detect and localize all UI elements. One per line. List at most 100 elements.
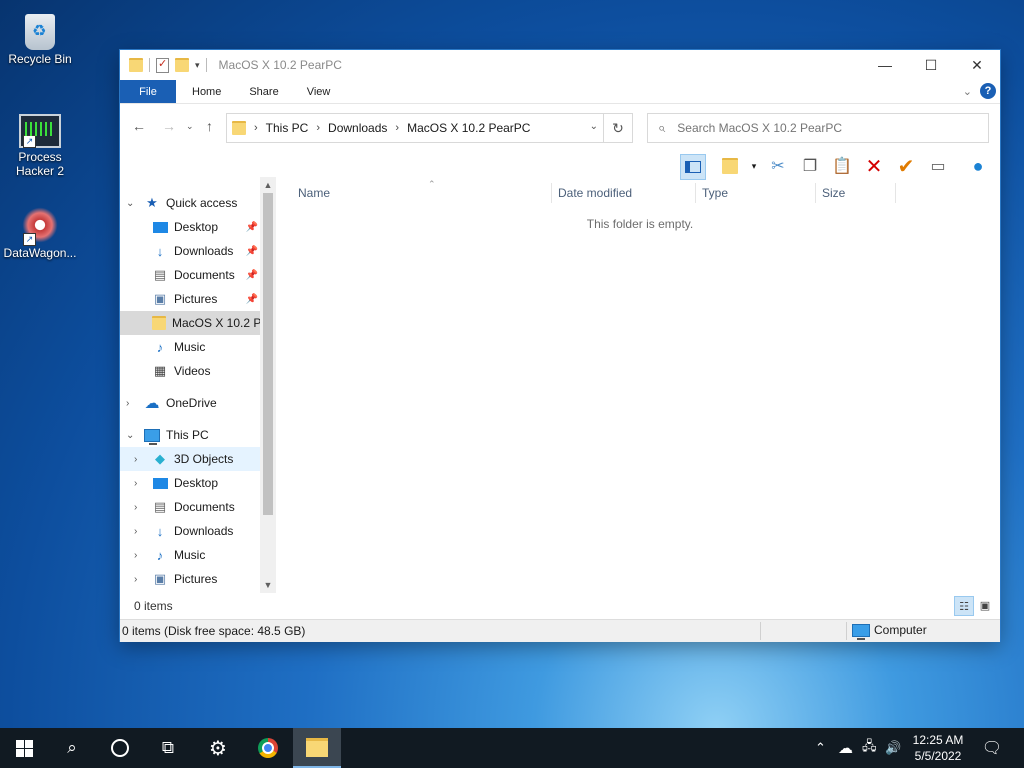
nav-item-pictures[interactable]: ▣ Pictures 📌 (120, 287, 260, 311)
folder-icon (232, 121, 246, 135)
settings-gear-icon[interactable]: ⚙ (194, 728, 242, 768)
nav-item-downloads[interactable]: ↓ Downloads 📌 (120, 239, 260, 263)
nav-item-current-folder[interactable]: MacOS X 10.2 PearPC (120, 311, 260, 335)
chevron-right-icon[interactable]: › (395, 122, 399, 134)
globe-icon[interactable]: ● (966, 154, 990, 178)
nav-this-pc[interactable]: ⌄ This PC (120, 423, 260, 447)
paste-icon[interactable]: 📋 (830, 154, 854, 178)
pin-icon[interactable]: 📌 (246, 270, 258, 281)
scroll-down-icon[interactable]: ▼ (260, 577, 276, 593)
tab-home[interactable]: Home (178, 80, 235, 103)
file-list[interactable]: Name ⌃ Date modified Type Size This fold… (280, 177, 1000, 593)
taskbar-clock[interactable]: 12:25 AM 5/5/2022 (906, 732, 970, 764)
pin-icon[interactable]: 📌 (246, 294, 258, 305)
show-hidden-icons[interactable]: ⌃ (815, 728, 826, 768)
nav-item-desktop[interactable]: Desktop 📌 (120, 215, 260, 239)
chevron-right-icon[interactable]: › (316, 122, 320, 134)
customize-qat-icon[interactable]: ▾ (195, 60, 200, 71)
chevron-right-icon[interactable]: › (254, 122, 258, 134)
desktop-icon-process-hacker[interactable]: ↗ Process Hacker 2 (2, 108, 78, 178)
chevron-right-icon[interactable]: › (126, 398, 129, 409)
dropdown-icon[interactable]: ▾ (742, 154, 766, 178)
nav-pc-3d-objects[interactable]: › ◆ 3D Objects (120, 447, 260, 471)
onedrive-cloud-icon[interactable]: ☁ (838, 728, 853, 768)
delete-icon[interactable]: ✕ (862, 154, 886, 178)
chevron-down-icon[interactable]: ⌄ (126, 430, 134, 441)
pin-icon[interactable]: 📌 (246, 246, 258, 257)
refresh-button[interactable]: ↻ (603, 114, 632, 142)
start-button[interactable] (0, 728, 48, 768)
column-header-name[interactable]: Name ⌃ (292, 179, 552, 203)
nav-quick-access[interactable]: ⌄ ★ Quick access (120, 191, 260, 215)
taskbar: ⌕ ⧉ ⚙ ⌃ ☁ 🖧 🔊 12:25 AM 5/5/2022 🗨 (0, 728, 1024, 768)
tab-view[interactable]: View (293, 80, 345, 103)
expand-ribbon-icon[interactable]: ⌄ (963, 85, 972, 98)
column-header-date-modified[interactable]: Date modified (552, 183, 696, 203)
nav-pc-pictures[interactable]: › ▣ Pictures (120, 567, 260, 591)
title-bar[interactable]: ▾ MacOS X 10.2 PearPC — ☐ ✕ (120, 50, 1000, 80)
nav-pc-documents[interactable]: › ▤ Documents (120, 495, 260, 519)
notification-icon[interactable]: 🗨 (978, 728, 1006, 768)
chevron-right-icon[interactable]: › (134, 550, 137, 561)
cortana-icon[interactable] (96, 728, 144, 768)
content-area: ⌄ ★ Quick access Desktop 📌 ↓ Downloads 📌… (120, 177, 1000, 593)
nav-pane-scrollbar[interactable]: ▲ ▼ (260, 177, 276, 593)
back-button[interactable]: ← (132, 118, 146, 134)
column-header-size[interactable]: Size (816, 183, 896, 203)
cut-icon[interactable]: ✂ (766, 154, 790, 178)
help-icon[interactable]: ? (980, 83, 996, 99)
large-icons-view-icon[interactable]: ▣ (976, 596, 994, 614)
maximize-button[interactable]: ☐ (908, 50, 954, 80)
pin-icon[interactable]: 📌 (246, 222, 258, 233)
desktop-icon-recycle-bin[interactable]: Recycle Bin (2, 6, 78, 66)
breadcrumb-downloads[interactable]: Downloads (328, 121, 387, 135)
nav-item-documents[interactable]: ▤ Documents 📌 (120, 263, 260, 287)
shortcut-arrow-icon: ↗ (23, 233, 36, 246)
address-dropdown-icon[interactable]: ⌄ (590, 121, 598, 132)
tab-share[interactable]: Share (235, 80, 292, 103)
volume-icon[interactable]: 🔊 (885, 728, 901, 768)
rename-icon[interactable]: ▭ (926, 154, 950, 178)
new-folder-button[interactable] (718, 154, 742, 178)
file-explorer-window: ▾ MacOS X 10.2 PearPC — ☐ ✕ File Home Sh… (120, 50, 1000, 642)
scrollbar-thumb[interactable] (263, 193, 273, 515)
copy-icon[interactable]: ❐ (798, 154, 822, 178)
chevron-right-icon[interactable]: › (134, 502, 137, 513)
desktop-icon-label: Recycle Bin (8, 52, 72, 66)
minimize-button[interactable]: — (862, 50, 908, 80)
network-icon[interactable]: 🖧 (862, 728, 877, 768)
chevron-right-icon[interactable]: › (134, 478, 137, 489)
checkmark-icon[interactable]: ✔ (894, 154, 918, 178)
scroll-up-icon[interactable]: ▲ (260, 177, 276, 193)
search-input[interactable] (675, 120, 970, 136)
nav-pc-desktop[interactable]: › Desktop (120, 471, 260, 495)
recent-locations-icon[interactable]: ⌄ (186, 121, 194, 132)
tab-file[interactable]: File (120, 80, 176, 103)
new-folder-icon[interactable] (175, 58, 189, 72)
nav-onedrive[interactable]: › ☁ OneDrive (120, 391, 260, 415)
file-explorer-taskbar-icon[interactable] (293, 728, 341, 768)
chevron-right-icon[interactable]: › (134, 454, 137, 465)
chevron-down-icon[interactable]: ⌄ (126, 198, 134, 209)
forward-button[interactable]: → (162, 118, 176, 134)
nav-pc-downloads[interactable]: › ↓ Downloads (120, 519, 260, 543)
search-box[interactable]: ⌕ (647, 113, 989, 143)
close-button[interactable]: ✕ (954, 50, 1000, 80)
address-bar[interactable]: › This PC › Downloads › MacOS X 10.2 Pea… (226, 113, 633, 143)
chrome-icon[interactable] (244, 728, 292, 768)
item-count: 0 items (134, 599, 173, 613)
desktop-icon-datawagon[interactable]: ↗ DataWagon... (2, 206, 78, 260)
nav-item-music[interactable]: ♪ Music (120, 335, 260, 359)
task-view-icon[interactable]: ⧉ (144, 728, 192, 768)
column-header-type[interactable]: Type (696, 183, 816, 203)
chevron-right-icon[interactable]: › (134, 526, 137, 537)
details-view-icon[interactable]: ☷ (954, 596, 974, 616)
nav-item-videos[interactable]: ▦ Videos (120, 359, 260, 383)
search-taskbar-icon[interactable]: ⌕ (48, 728, 96, 768)
nav-pc-music[interactable]: › ♪ Music (120, 543, 260, 567)
breadcrumb-current-folder[interactable]: MacOS X 10.2 PearPC (407, 121, 530, 135)
breadcrumb-this-pc[interactable]: This PC (266, 121, 309, 135)
properties-icon[interactable] (156, 57, 169, 73)
chevron-right-icon[interactable]: › (134, 574, 137, 585)
up-button[interactable]: ↑ (206, 118, 213, 134)
